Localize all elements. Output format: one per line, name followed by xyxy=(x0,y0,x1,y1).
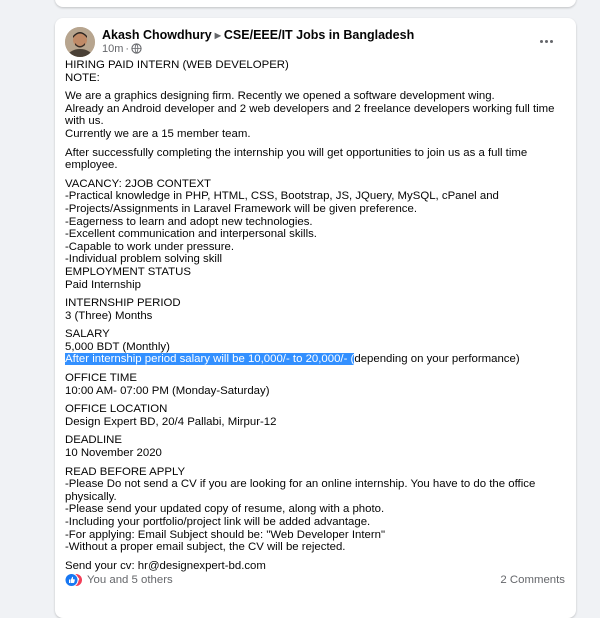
post-text-line: DEADLINE xyxy=(65,434,122,447)
post-text-line: HIRING PAID INTERN (WEB DEVELOPER) xyxy=(65,59,289,71)
post-body: HIRING PAID INTERN (WEB DEVELOPER) NOTE: W… xyxy=(65,59,565,578)
group-name[interactable]: CSE/EEE/IT Jobs in Bangladesh xyxy=(224,28,414,42)
comments-count[interactable]: 2 Comments xyxy=(500,574,565,586)
post-text-line: -Individual problem solving skill xyxy=(65,253,223,266)
post-text-line: Paid Internship xyxy=(65,278,141,291)
author-line: Akash Chowdhury ▶ CSE/EEE/IT Jobs in Bangl… xyxy=(102,28,414,42)
post-text-line: 5,000 BDT (Monthly) xyxy=(65,340,170,353)
avatar-image xyxy=(65,27,95,57)
reactions-icons[interactable] xyxy=(65,573,83,587)
post-meta: 10m · xyxy=(102,43,142,57)
post-text-line: INTERNSHIP PERIOD xyxy=(65,297,181,310)
post-text-line: OFFICE LOCATION xyxy=(65,403,168,416)
post-text-line: VACANCY: 2JOB CONTEXT xyxy=(65,177,211,190)
post-text-line: -Please send your updated copy of resume… xyxy=(65,503,385,516)
post-text-line: After successfully completing the intern… xyxy=(65,146,528,159)
post-text-line: -For applying: Email Subject should be: … xyxy=(65,528,386,541)
salary-text: depending on your performance) xyxy=(354,353,520,366)
post-text-line: 10:00 AM- 07:00 PM (Monday-Saturday) xyxy=(65,384,270,397)
post-footer: You and 5 others 2 Comments xyxy=(65,571,565,589)
post-text-line: Design Expert BD, 20/4 Pallabi, Mirpur-1… xyxy=(65,415,277,428)
post-timestamp[interactable]: 10m xyxy=(102,43,123,55)
post-text-line: We are a graphics designing firm. Recent… xyxy=(65,90,495,103)
post-text-line: Already an Android developer and 2 web d… xyxy=(65,102,555,115)
more-options-icon[interactable] xyxy=(534,31,558,51)
post-text-line: with us. xyxy=(65,115,104,128)
post-text-line: NOTE: xyxy=(65,71,100,84)
meta-separator: · xyxy=(125,43,130,55)
author-name[interactable]: Akash Chowdhury xyxy=(102,28,212,42)
post-text-line: EMPLOYMENT STATUS xyxy=(65,265,191,278)
post-text-line: -Capable to work under pressure. xyxy=(65,240,235,253)
reactions-count[interactable]: You and 5 others xyxy=(87,574,173,586)
post-text-line: Currently we are a 15 member team. xyxy=(65,127,251,140)
post-text-line: physically. xyxy=(65,490,117,503)
post-text-line: -Eagerness to learn and adopt new techno… xyxy=(65,215,313,228)
post-header: Akash Chowdhury ▶ CSE/EEE/IT Jobs in Bangl… xyxy=(65,27,566,61)
like-reaction-icon xyxy=(65,573,79,587)
post-text-line: employee. xyxy=(65,159,118,172)
caret-right-icon: ▶ xyxy=(214,31,221,40)
post-card: Akash Chowdhury ▶ CSE/EEE/IT Jobs in Bangl… xyxy=(55,18,576,618)
post-text-line: -Projects/Assignments in Laravel Framewo… xyxy=(65,202,417,215)
previous-post-card xyxy=(55,0,576,7)
post-text-line: -Excellent communication and interperson… xyxy=(65,228,317,241)
author-avatar[interactable] xyxy=(65,27,95,57)
post-text-line: -Please Do not send a CV if you are look… xyxy=(65,478,536,491)
salary-line: After internship period salary will be 1… xyxy=(65,353,565,366)
selected-text[interactable]: After internship period salary will be 1… xyxy=(65,353,355,366)
post-text-line: 3 (Three) Months xyxy=(65,309,153,322)
post-text-line: -Practical knowledge in PHP, HTML, CSS, … xyxy=(65,190,499,203)
globe-icon xyxy=(131,43,142,57)
post-text-line: -Including your portfolio/project link w… xyxy=(65,516,371,528)
post-text-line: SALARY xyxy=(65,328,110,341)
post-text-line: OFFICE TIME xyxy=(65,372,137,385)
post-text-line: READ BEFORE APPLY xyxy=(65,465,186,478)
post-text-line: 10 November 2020 xyxy=(65,447,162,460)
post-text-line: -Without a proper email subject, the CV … xyxy=(65,541,346,554)
